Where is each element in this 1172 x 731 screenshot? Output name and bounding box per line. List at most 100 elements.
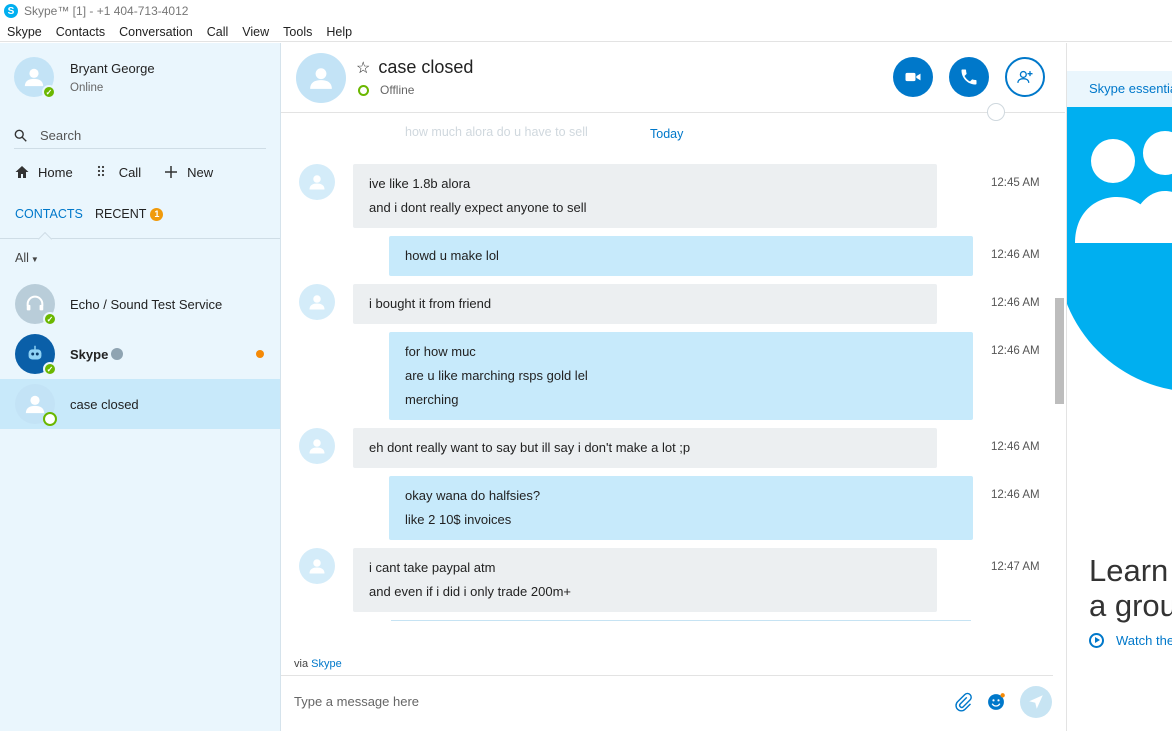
user-icon xyxy=(310,68,332,89)
user-icon xyxy=(25,395,45,414)
chat-header: ☆ case closed Offline xyxy=(281,43,1065,113)
message-text: i cant take paypal atm xyxy=(369,560,496,575)
home-button[interactable]: Home xyxy=(14,164,73,180)
message-avatar xyxy=(299,428,335,464)
message-text: and i dont really expect anyone to sell xyxy=(369,200,587,215)
message-text: for how muc xyxy=(405,344,476,359)
via-skype-link[interactable]: Skype xyxy=(311,658,342,670)
message-input[interactable] xyxy=(294,694,894,709)
message-text: merching xyxy=(405,392,459,407)
menu-call[interactable]: Call xyxy=(200,25,236,39)
contact-case-closed[interactable]: case closed xyxy=(0,379,280,429)
message-bubble[interactable]: i bought it from friend xyxy=(353,284,937,324)
date-separator: Today xyxy=(650,127,684,141)
menu-skype[interactable]: Skype xyxy=(0,25,49,39)
contact-name: Skype xyxy=(70,346,124,362)
new-button[interactable]: New xyxy=(163,164,213,180)
send-icon xyxy=(1029,695,1043,709)
recent-badge: 1 xyxy=(150,208,164,221)
user-icon xyxy=(24,68,44,87)
send-button[interactable] xyxy=(1020,686,1052,718)
menu-contacts[interactable]: Contacts xyxy=(49,25,112,39)
home-label: Home xyxy=(38,164,73,180)
online-status-icon: ✓ xyxy=(43,312,57,326)
divider xyxy=(391,620,971,621)
unread-indicator xyxy=(256,350,264,358)
audio-call-button[interactable] xyxy=(949,57,989,97)
message-time: 12:47 AM xyxy=(991,561,1040,573)
chat-title: ☆ case closed xyxy=(356,57,473,78)
contact-name-text: Skype xyxy=(70,346,109,362)
caret-down-icon: ▼ xyxy=(30,255,39,264)
contacts-filter[interactable]: All ▼ xyxy=(15,251,39,265)
play-icon xyxy=(1089,633,1104,648)
sidebar: ✓ Bryant George Online Home Call New CON… xyxy=(0,43,281,731)
message-bubble[interactable]: for how muc are u like marching rsps gol… xyxy=(389,332,973,420)
tab-recent[interactable]: RECENT 1 xyxy=(95,207,164,221)
menu-view[interactable]: View xyxy=(235,25,276,39)
message-text: are u like marching rsps gold lel xyxy=(405,368,588,383)
search-box[interactable] xyxy=(14,123,266,149)
message-bubble[interactable]: eh dont really want to say but ill say i… xyxy=(353,428,937,468)
chat-title-text: case closed xyxy=(378,57,474,77)
globe-icon xyxy=(987,103,1005,121)
message-time: 12:46 AM xyxy=(991,297,1040,309)
paperclip-icon[interactable] xyxy=(953,692,973,712)
offline-status-icon xyxy=(358,84,369,96)
tab-recent-label: RECENT xyxy=(95,207,147,221)
video-call-button[interactable] xyxy=(893,57,933,97)
add-people-button[interactable] xyxy=(1005,57,1045,97)
window-title: Skype™ [1] - +1 404-713-4012 xyxy=(24,4,189,18)
learn-heading: Learn a grou xyxy=(1089,553,1172,623)
profile-name: Bryant George xyxy=(70,60,155,76)
profile-avatar[interactable]: ✓ xyxy=(14,57,56,99)
new-label: New xyxy=(187,164,214,180)
message-bubble[interactable]: howd u make lol xyxy=(389,236,973,276)
message-text: ive like 1.8b alora xyxy=(369,176,471,191)
message-avatar xyxy=(299,548,335,584)
chat-status-text: Offline xyxy=(380,83,415,97)
message-bubble[interactable]: i cant take paypal atm and even if i did… xyxy=(353,548,937,612)
contact-name: Echo / Sound Test Service xyxy=(70,296,223,312)
home-icon xyxy=(15,166,29,178)
right-panel: Skype essentia Learn a grou Watch the xyxy=(1066,43,1172,731)
plus-icon xyxy=(165,166,178,178)
learn-line-2: a grou xyxy=(1089,588,1172,623)
chat-scrollbar[interactable] xyxy=(1055,298,1064,404)
contact-skype[interactable]: ✓ Skype xyxy=(0,329,280,379)
online-status-icon: ✓ xyxy=(43,362,57,376)
star-icon[interactable]: ☆ xyxy=(356,60,370,77)
tab-contacts[interactable]: CONTACTS xyxy=(15,207,83,221)
headset-icon xyxy=(26,295,44,311)
via-prefix: via xyxy=(294,658,309,670)
user-icon xyxy=(309,175,325,190)
compose-bar xyxy=(281,675,1053,731)
message-avatar xyxy=(299,284,335,320)
chat-avatar[interactable] xyxy=(296,53,346,103)
search-input[interactable] xyxy=(40,128,240,143)
skype-essentials-title[interactable]: Skype essentia xyxy=(1067,71,1172,107)
dialpad-icon xyxy=(97,165,104,177)
add-person-icon xyxy=(1017,70,1033,83)
message-bubble[interactable]: ive like 1.8b alora and i dont really ex… xyxy=(353,164,937,228)
title-bar: S Skype™ [1] - +1 404-713-4012 xyxy=(0,0,1172,22)
profile[interactable]: ✓ Bryant George Online xyxy=(14,57,155,99)
menu-bar: Skype Contacts Conversation Call View To… xyxy=(0,22,1172,42)
contact-avatar: ✓ xyxy=(15,334,57,376)
bot-icon xyxy=(28,345,42,360)
via-label: via Skype xyxy=(294,658,342,670)
watch-video-link[interactable]: Watch the xyxy=(1089,633,1172,648)
menu-help[interactable]: Help xyxy=(319,25,359,39)
nav-row: Home Call New xyxy=(14,164,235,180)
menu-conversation[interactable]: Conversation xyxy=(112,25,200,39)
contact-echo[interactable]: ✓ Echo / Sound Test Service xyxy=(0,279,280,329)
profile-status[interactable]: Online xyxy=(70,82,155,94)
message-bubble[interactable]: okay wana do halfsies? like 2 10$ invoic… xyxy=(389,476,973,540)
message-text: and even if i did i only trade 200m+ xyxy=(369,584,571,599)
emoticon-icon[interactable] xyxy=(986,692,1006,712)
contact-avatar xyxy=(15,384,57,426)
user-icon xyxy=(309,559,325,574)
call-button[interactable]: Call xyxy=(95,164,141,180)
message-text: howd u make lol xyxy=(405,248,499,263)
menu-tools[interactable]: Tools xyxy=(276,25,319,39)
